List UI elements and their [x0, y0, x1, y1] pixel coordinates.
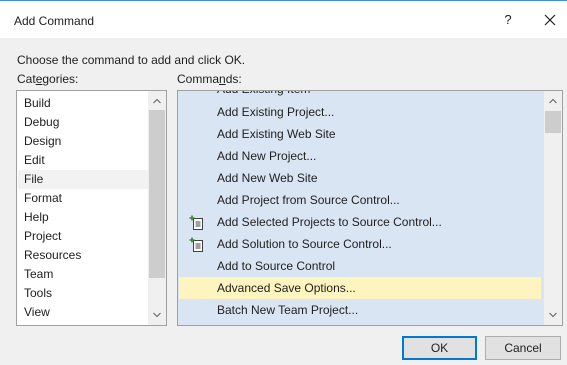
add-to-source-control-icon — [189, 215, 203, 230]
close-button[interactable] — [537, 7, 563, 33]
command-item-add-existing-project[interactable]: Add Existing Project... — [179, 101, 541, 123]
category-item-view[interactable]: View — [18, 303, 149, 322]
category-item-team[interactable]: Team — [18, 265, 149, 284]
category-item-design[interactable]: Design — [18, 132, 149, 151]
categories-list[interactable]: Build Debug Design Edit File Format Help… — [16, 90, 167, 326]
scroll-up-arrow-icon[interactable] — [149, 93, 165, 109]
category-item-edit[interactable]: Edit — [18, 151, 149, 170]
categories-label: Categories: — [17, 72, 79, 86]
command-item-advanced-save-options[interactable]: Advanced Save Options... — [179, 277, 541, 299]
title-bar: Add Command ? — [0, 0, 567, 38]
category-item-build[interactable]: Build — [18, 94, 149, 113]
command-item-add-project-from-source-control[interactable]: Add Project from Source Control... — [179, 189, 541, 211]
command-item-add-to-source-control[interactable]: Add to Source Control — [179, 255, 541, 277]
close-icon — [544, 14, 556, 26]
categories-scroll-thumb[interactable] — [149, 110, 165, 278]
category-item-help[interactable]: Help — [18, 208, 149, 227]
add-to-source-control-icon — [189, 237, 203, 252]
command-item-add-new-web-site[interactable]: Add New Web Site — [179, 167, 541, 189]
command-item-batch-new-team-project[interactable]: Batch New Team Project... — [179, 299, 541, 321]
categories-scrollbar[interactable] — [148, 91, 166, 325]
scroll-down-arrow-icon[interactable] — [149, 307, 165, 323]
category-item-format[interactable]: Format — [18, 189, 149, 208]
category-item-project[interactable]: Project — [18, 227, 149, 246]
commands-scrollbar[interactable] — [544, 91, 562, 325]
command-item-add-selected-projects-to-source-control[interactable]: Add Selected Projects to Source Control.… — [179, 211, 541, 233]
commands-scroll-thumb[interactable] — [545, 111, 561, 133]
scroll-down-arrow-icon[interactable] — [545, 307, 561, 323]
category-item-debug[interactable]: Debug — [18, 113, 149, 132]
command-item-add-existing-web-site[interactable]: Add Existing Web Site — [179, 123, 541, 145]
add-command-dialog: Add Command ? Choose the command to add … — [0, 0, 567, 365]
command-item-add-new-project[interactable]: Add New Project... — [179, 145, 541, 167]
scroll-up-arrow-icon[interactable] — [545, 93, 561, 109]
help-label: ? — [504, 12, 512, 27]
category-item-resources[interactable]: Resources — [18, 246, 149, 265]
commands-label: Commands: — [177, 72, 242, 86]
category-item-tools[interactable]: Tools — [18, 284, 149, 303]
instruction-text: Choose the command to add and click OK. — [17, 53, 246, 67]
command-item-add-solution-to-source-control[interactable]: Add Solution to Source Control... — [179, 233, 541, 255]
window-title: Add Command — [14, 14, 95, 28]
cancel-button[interactable]: Cancel — [485, 336, 561, 360]
ok-button[interactable]: OK — [402, 336, 477, 360]
category-item-file[interactable]: File — [18, 170, 149, 189]
help-button[interactable]: ? — [496, 7, 520, 33]
command-item-partial[interactable]: Add Existing Item — [179, 91, 541, 100]
commands-list[interactable]: Add Existing Item Add Existing Project..… — [177, 90, 563, 326]
